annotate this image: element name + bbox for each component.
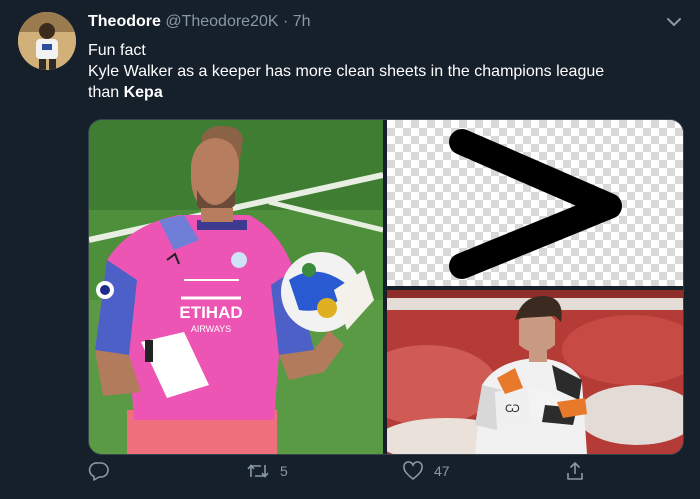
- user-handle[interactable]: @Theodore20K: [165, 13, 278, 30]
- tweet-actions: 5 47: [88, 456, 688, 486]
- avatar[interactable]: [18, 12, 76, 70]
- media-image-kepa[interactable]: Ѡ: [387, 290, 683, 454]
- tweet-text-line2: Kyle Walker as a keeper has more clean s…: [88, 63, 605, 80]
- tweet-text-line1: Fun fact: [88, 42, 146, 59]
- like-icon: [403, 461, 423, 480]
- media-grid: ETIHAD AIRWAYS Ѡ: [88, 119, 684, 455]
- shirt-sponsor-line1: ETIHAD: [179, 303, 242, 322]
- share-button[interactable]: [564, 460, 596, 482]
- tweet-text-bold-name: Kepa: [123, 84, 163, 101]
- tweet-text-line3-prefix: than: [88, 84, 124, 101]
- retweet-count: 5: [280, 463, 288, 479]
- media-image-greater-than[interactable]: [387, 120, 683, 286]
- tweet-text-line3: than Kepa: [88, 82, 688, 103]
- like-count: 47: [434, 463, 450, 479]
- media-image-walker[interactable]: ETIHAD AIRWAYS: [89, 120, 383, 454]
- display-name[interactable]: Theodore: [88, 13, 161, 30]
- retweet-button[interactable]: 5: [246, 460, 288, 482]
- shirt-sponsor-line2: AIRWAYS: [191, 324, 231, 334]
- tweet-header: Theodore @Theodore20K · 7h: [88, 12, 311, 32]
- avatar-image: [18, 12, 76, 70]
- reply-icon: [88, 462, 109, 481]
- caret-down-icon[interactable]: [664, 12, 684, 32]
- separator-dot: ·: [283, 13, 289, 30]
- reply-button[interactable]: [88, 460, 120, 482]
- retweet-icon: [247, 464, 269, 478]
- tweet-text: Fun fact Kyle Walker as a keeper has mor…: [88, 40, 688, 103]
- like-button[interactable]: 47: [402, 460, 450, 482]
- tweet-card[interactable]: Theodore @Theodore20K · 7h Fun fact Kyle…: [0, 0, 700, 499]
- svg-text:Ѡ: Ѡ: [505, 403, 520, 415]
- timestamp[interactable]: 7h: [293, 13, 311, 30]
- share-icon: [567, 462, 583, 480]
